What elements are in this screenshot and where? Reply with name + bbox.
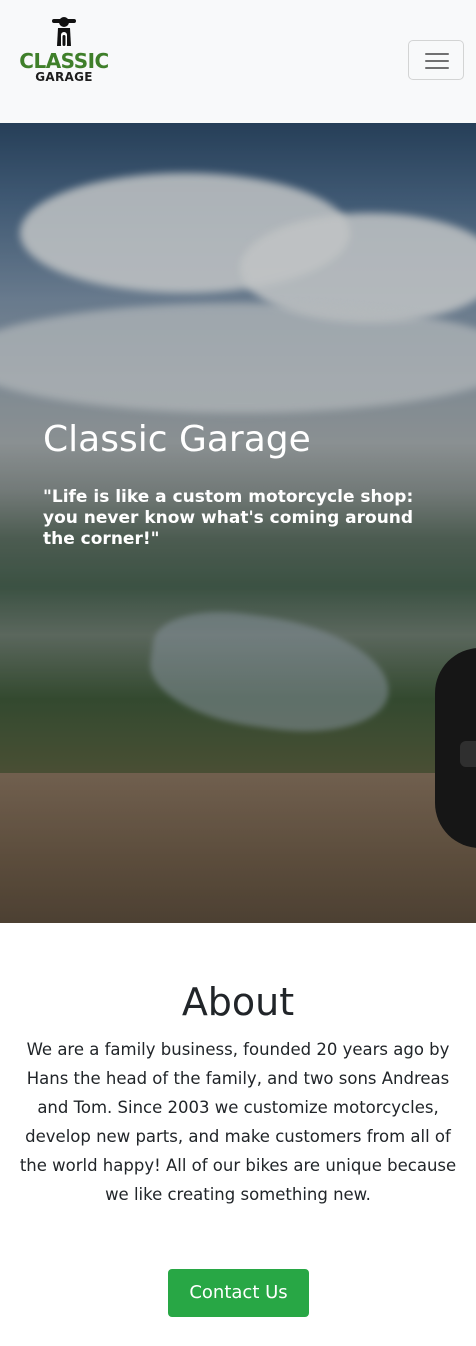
navbar-toggler-button[interactable] xyxy=(408,40,464,80)
logo-text-classic: CLASSIC xyxy=(19,49,109,73)
motorcycle-rider-icon xyxy=(52,17,76,48)
brand-logo[interactable]: CLASSIC GARAGE xyxy=(12,16,116,86)
hero-quote: "Life is like a custom motorcycle shop: … xyxy=(43,487,414,549)
about-heading: About xyxy=(181,980,295,1024)
logo-text-garage: GARAGE xyxy=(35,70,93,84)
about-text: We are a family business, founded 20 yea… xyxy=(19,1040,457,1204)
hero-title: Classic Garage xyxy=(43,419,311,460)
contact-us-button[interactable]: Contact Us xyxy=(168,1269,309,1317)
hamburger-menu-icon xyxy=(425,53,449,55)
hero-banner: Classic Garage "Life is like a custom mo… xyxy=(0,123,476,923)
navbar: CLASSIC GARAGE xyxy=(0,0,476,123)
